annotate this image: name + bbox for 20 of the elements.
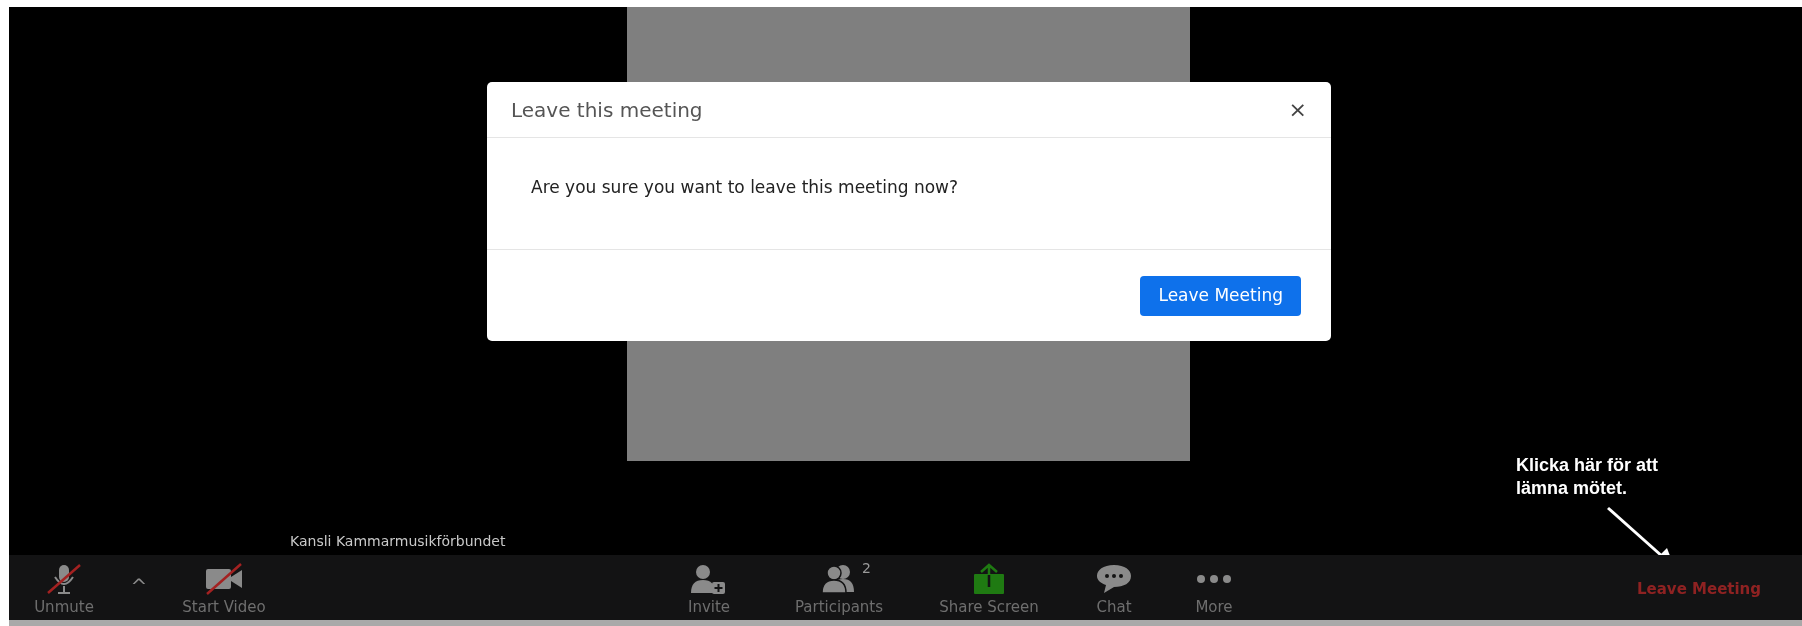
participant-count: 2 xyxy=(862,559,871,578)
participants-button[interactable]: Participants 2 xyxy=(769,558,909,620)
close-button[interactable]: × xyxy=(1288,98,1307,121)
share-screen-button[interactable]: Share Screen xyxy=(909,558,1069,620)
caret-button[interactable]: ^ xyxy=(119,570,159,601)
dialog-message: Are you sure you want to leave this meeting now? xyxy=(531,175,959,199)
unmute-button[interactable]: Unmute xyxy=(9,558,119,620)
add-person-icon xyxy=(690,562,728,595)
invite-button[interactable]: Invite xyxy=(649,558,769,620)
annotation-text: Klicka här för att lämna mötet. xyxy=(1516,454,1660,500)
more-button[interactable]: More xyxy=(1159,558,1269,620)
chat-button[interactable]: Chat xyxy=(1069,558,1159,620)
share-screen-icon xyxy=(971,562,1007,595)
participant-name: Kansli Kammarmusikförbundet xyxy=(290,532,506,551)
start-video-button[interactable]: Start Video xyxy=(159,558,289,620)
leave-meeting-button[interactable]: Leave Meeting xyxy=(1637,578,1762,601)
leave-meeting-button[interactable]: Leave Meeting xyxy=(1140,275,1301,316)
dialog-title: Leave this meeting xyxy=(511,96,703,124)
chat-icon xyxy=(1095,562,1133,595)
more-icon xyxy=(1195,572,1233,585)
